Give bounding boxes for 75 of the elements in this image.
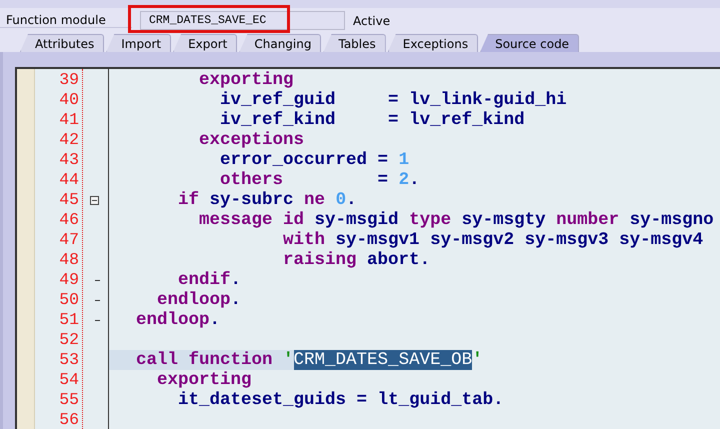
line-number: 41 (58, 110, 79, 130)
number-literal: 1 (398, 150, 410, 170)
tab[interactable]: Changing (239, 34, 322, 52)
line-number: 39 (58, 70, 79, 90)
line-number: 49 (58, 270, 79, 290)
operator: . (346, 190, 357, 210)
line-number: 56 (58, 410, 79, 429)
keyword: with (282, 230, 326, 250)
operator: = (376, 170, 390, 190)
line-number: 50 (58, 290, 79, 310)
quote-mark: ' (282, 350, 294, 370)
keyword: exceptions (198, 130, 304, 150)
tab[interactable]: Source code (480, 34, 580, 52)
keyword: endloop (156, 290, 231, 310)
line-number: 43 (58, 150, 79, 170)
status-text: Active (353, 14, 390, 28)
keyword: exporting (156, 370, 252, 390)
identifier: lt_guid_tab (378, 390, 494, 410)
number-literal: 2 (398, 170, 410, 190)
keyword: ne (304, 190, 326, 210)
collapse-icon[interactable] (90, 196, 99, 205)
line-number: 53 (58, 350, 79, 370)
identifier: sy-msgno (628, 210, 714, 230)
operator: = (387, 110, 400, 130)
keyword: exporting (198, 70, 294, 90)
identifier: sy-msgid (314, 210, 400, 230)
tab[interactable]: Import (106, 34, 172, 52)
operator: . (230, 290, 242, 310)
line-number: 40 (58, 90, 79, 110)
keyword: raising (282, 250, 357, 270)
identifier: it_dateset_guids (177, 390, 346, 410)
tab[interactable]: Export (173, 34, 238, 52)
keyword: message id (198, 210, 304, 230)
operator: . (409, 170, 420, 190)
line-number: 46 (58, 210, 79, 230)
selected-text: CRM_DATES_SAVE_OB (294, 350, 472, 370)
line-number: 54 (58, 370, 79, 390)
line-number: 47 (58, 230, 79, 250)
quote-mark: ' (472, 350, 483, 370)
identifier: lv_ref_kind (409, 110, 525, 130)
number-literal: 0 (336, 190, 346, 210)
tab[interactable]: Tables (323, 34, 386, 52)
keyword: others (219, 170, 284, 190)
operator: . (230, 270, 242, 290)
operator: . (210, 310, 220, 330)
operator: = (356, 390, 368, 410)
identifier: iv_ref_guid (219, 90, 336, 110)
keyword: number (556, 210, 620, 230)
keyword: call function (135, 350, 273, 370)
identifier: error_occurred (219, 150, 368, 170)
operator: = (376, 150, 390, 170)
identifier: abort (366, 250, 420, 270)
identifier: lv_link-guid_hi (409, 90, 567, 110)
function-module-field[interactable]: CRM_DATES_SAVE_EC (140, 11, 345, 30)
line-number: 52 (58, 330, 79, 350)
keyword: endif (177, 270, 231, 290)
identifier: sy-msgty (460, 210, 547, 230)
line-number: 42 (58, 130, 79, 150)
operator: . (420, 250, 430, 270)
keyword: endloop (135, 310, 210, 330)
keyword: type (409, 210, 452, 230)
operator: = (387, 90, 400, 110)
identifier: iv_ref_kind (219, 110, 336, 130)
identifier: sy-subrc (208, 190, 295, 210)
tab[interactable]: Attributes (20, 34, 104, 52)
identifier: sy-msgv1 sy-msgv2 sy-msgv3 sy-msgv4 (334, 230, 704, 250)
operator: . (493, 390, 504, 410)
line-number: 45 (58, 190, 79, 210)
field-label: Function module (0, 13, 132, 28)
line-number: 55 (58, 390, 79, 410)
tab[interactable]: Exceptions (388, 34, 478, 52)
keyword: if (177, 190, 200, 210)
line-number: 44 (58, 170, 79, 190)
line-number: 51 (58, 310, 79, 330)
line-number: 48 (58, 250, 79, 270)
